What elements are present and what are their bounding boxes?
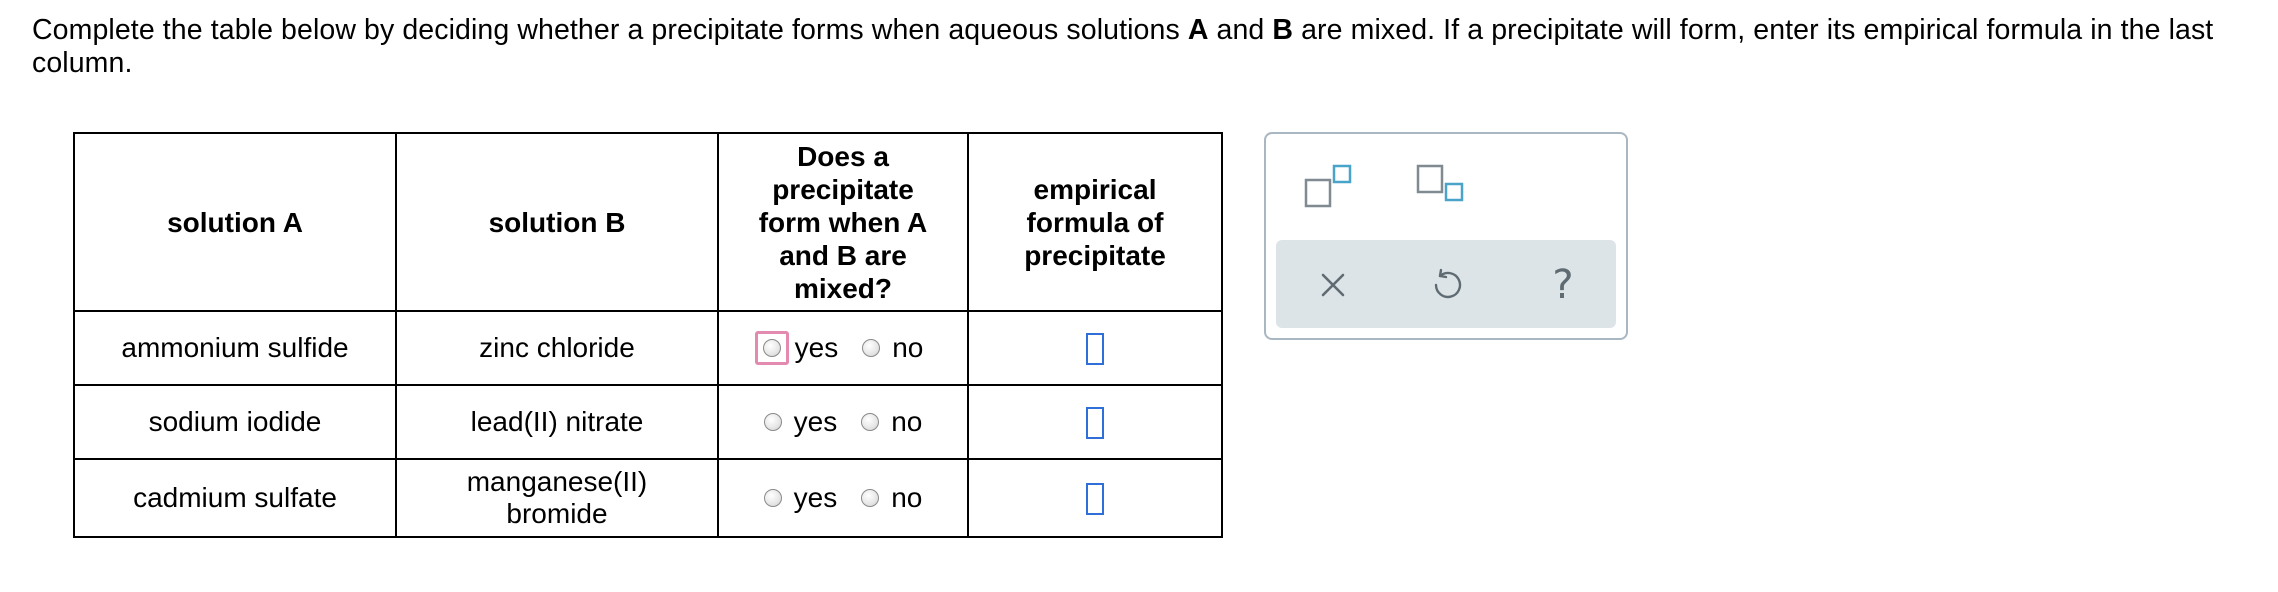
math-palette: ? — [1264, 132, 1628, 340]
header-solution-b: solution B — [395, 132, 719, 312]
yes-radio[interactable] — [763, 489, 782, 507]
yes-label[interactable]: yes — [794, 482, 838, 514]
no-radio[interactable] — [861, 413, 880, 431]
precipitate-radio-group: yes no — [751, 331, 936, 365]
precipitate-choice-cell: yes no — [717, 310, 969, 386]
yes-radio[interactable] — [763, 413, 782, 431]
undo-icon[interactable] — [1422, 260, 1472, 310]
empirical-formula-cell — [967, 458, 1223, 538]
no-label[interactable]: no — [891, 406, 922, 438]
palette-actions-row: ? — [1276, 240, 1616, 328]
solution-a-cell: cadmium sulfate — [73, 458, 397, 538]
table-row: cadmium sulfate manganese(II) bromide yes… — [73, 458, 1223, 538]
solution-a-cell: ammonium sulfide — [73, 310, 397, 386]
help-glyph: ? — [1552, 262, 1574, 308]
no-option[interactable]: no — [861, 406, 922, 438]
precipitate-table: solution A solution B Does a precipitate… — [73, 132, 1223, 538]
close-icon[interactable] — [1308, 260, 1358, 310]
solution-b-cell: zinc chloride — [395, 310, 719, 386]
table-row: ammonium sulfide zinc chloride yes no — [73, 310, 1223, 386]
no-label[interactable]: no — [891, 482, 922, 514]
yes-option[interactable]: yes — [763, 406, 838, 438]
instructions-solution-b: B — [1272, 14, 1294, 46]
superscript-icon[interactable] — [1304, 162, 1356, 215]
palette-tools-row — [1266, 134, 1626, 234]
empirical-formula-input[interactable] — [1086, 332, 1104, 365]
precipitate-choice-cell: yes no — [717, 384, 969, 460]
header-solution-a: solution A — [73, 132, 397, 312]
empirical-formula-cell — [967, 384, 1223, 460]
solution-b-cell: manganese(II) bromide — [395, 458, 719, 538]
yes-radio[interactable] — [762, 339, 781, 357]
instructions-part-2: and — [1208, 14, 1273, 46]
no-option[interactable]: no — [861, 482, 922, 514]
precipitate-radio-group: yes no — [752, 406, 935, 438]
solution-b-cell: lead(II) nitrate — [395, 384, 719, 460]
solution-a-cell: sodium iodide — [73, 384, 397, 460]
precipitate-radio-group: yes no — [752, 482, 935, 514]
yes-option[interactable]: yes — [763, 482, 838, 514]
no-label[interactable]: no — [892, 332, 923, 364]
no-radio[interactable] — [861, 489, 880, 507]
empirical-formula-input[interactable] — [1086, 406, 1104, 439]
table-header-row: solution A solution B Does a precipitate… — [73, 132, 1223, 312]
header-does-precipitate: Does a precipitate form when A and B are… — [717, 132, 969, 312]
no-option[interactable]: no — [862, 332, 923, 364]
precipitate-choice-cell: yes no — [717, 458, 969, 538]
yes-option[interactable]: yes — [754, 331, 839, 365]
instructions-text: Complete the table below by deciding whe… — [32, 14, 2252, 80]
yes-label[interactable]: yes — [794, 406, 838, 438]
table-row: sodium iodide lead(II) nitrate yes no — [73, 384, 1223, 460]
no-radio[interactable] — [862, 339, 881, 357]
header-empirical-formula: empirical formula of precipitate — [967, 132, 1223, 312]
subscript-icon[interactable] — [1416, 162, 1468, 215]
instructions-part-1: Complete the table below by deciding whe… — [32, 14, 1188, 46]
yes-label[interactable]: yes — [795, 332, 839, 364]
empirical-formula-cell — [967, 310, 1223, 386]
help-icon[interactable]: ? — [1538, 260, 1588, 310]
empirical-formula-input[interactable] — [1086, 482, 1104, 515]
focus-ring — [754, 331, 789, 365]
instructions-solution-a: A — [1187, 14, 1209, 46]
